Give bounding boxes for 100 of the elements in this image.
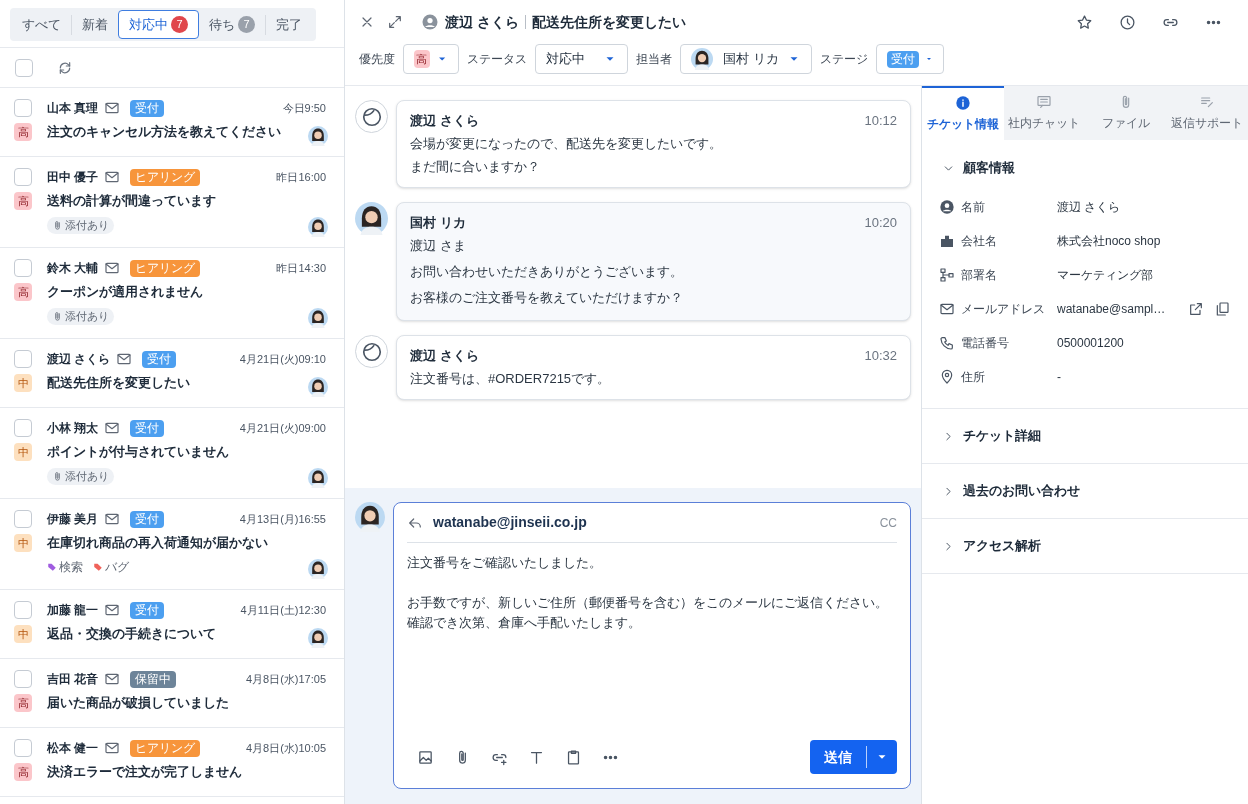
ticket-subject: 配送先住所を変更したい [47,374,190,393]
message-text: まだ間に合いますか？ [410,157,541,176]
filter-tab[interactable]: 待ち 7 [199,10,265,39]
field-label: 部署名 [961,267,998,284]
timestamp: 10:20 [864,213,897,232]
timestamp: 4月13日(月)16:55 [239,511,326,527]
message-text: 渡辺 さま [410,237,467,255]
message-text: お問い合わせいただきありがとうございます。 [410,263,684,281]
ticket-subject: ポイントが付与されていません [47,443,229,462]
priority-badge: 高 [14,283,32,301]
ticket-subject: 注文のキャンセル方法を教えてください [47,123,281,142]
priority-dropdown[interactable]: 高 [403,44,459,74]
timestamp: 昨日16:00 [276,169,326,185]
field-label: メールアドレス [961,301,1046,318]
priority-badge: 中 [14,534,32,552]
field-label: ステータス [467,51,527,68]
ticket-subject: 在庫切れ商品の再入荷通知が届かない [47,534,268,553]
status-tag: 受付 [130,419,165,437]
customer-name: 渡辺 さくら [445,12,519,32]
message-text: 注文番号は、#ORDER7215です。 [410,369,612,388]
filter-tab[interactable]: 完了 [266,10,312,39]
customer-name: 伊藤 美月 [47,511,99,528]
attachment-chip: 添付あり [47,467,114,485]
panel-tab[interactable]: チケット情報 [922,86,1004,140]
section-header[interactable]: チケット詳細 [922,409,1248,463]
ticket-subject: 送料の計算が間違っています [47,192,216,211]
field-value: watanabe@sampl… [1057,301,1166,318]
customer-name: 山本 真理 [47,100,99,117]
message-text: 注文番号をご確認いたしました。 [407,554,603,572]
status-tag: 受付 [142,350,177,368]
status-tag: ヒアリング [130,259,201,277]
panel-tab[interactable]: ファイル [1085,86,1167,140]
filter-tab[interactable]: すべて [12,10,71,39]
recipient-address: watanabe@jinseii.co.jp [433,513,587,532]
section-header[interactable]: 過去のお問い合わせ [922,464,1248,518]
field-value: 株式会社noco shop [1057,233,1161,250]
priority-badge: 中 [14,374,32,392]
priority-badge: 高 [14,192,32,210]
customer-name: 渡辺 さくら [47,351,111,368]
status-tag: ヒアリング [130,168,201,186]
priority-badge: 高 [14,123,32,141]
timestamp: 4月21日(火)09:10 [239,351,326,367]
ticket-subject: 決済エラーで注文が完了しません [47,763,242,782]
customer-name: 加藤 龍一 [47,602,99,619]
customer-name: 松本 健一 [47,740,99,757]
author-name: 国村 リカ [410,213,466,232]
label-tag: バグ [93,558,129,576]
field-value: 0500001200 [1057,335,1124,352]
field-value: - [1057,369,1061,386]
priority-badge: 高 [14,694,32,712]
author-name: 渡辺 さくら [410,112,479,130]
customer-name: 鈴木 大輔 [47,260,99,277]
assignee-dropdown[interactable]: 国村 リカ [680,44,812,74]
message-text: お客様のご注文番号を教えていただけますか？ [410,289,684,307]
timestamp: 4月8日(水)17:05 [245,671,326,687]
timestamp: 今日9:50 [282,100,326,116]
timestamp: 4月8日(水)10:05 [245,740,326,756]
status-tag: 受付 [130,99,165,117]
field-label: 電話番号 [961,335,1010,352]
filter-tab[interactable]: 新着 [72,10,118,39]
field-label: 優先度 [359,51,395,68]
timestamp: 昨日14:30 [276,260,326,276]
reply-editor[interactable]: watanabe@jinseii.co.jp CC 注文番号をご確認いたしました。 お手数ですが、新しいご住所（郵便番号を含む）をこのメールにご返信ください。確認でき次第、倉庫へ手配いたします。 送信 [393,502,911,789]
customer-name: 小林 翔太 [47,420,99,437]
attachment-chip: 添付あり [47,307,114,325]
ticket-subject: クーポンが適用されません [47,283,203,302]
priority-badge: 中 [14,443,32,461]
priority-badge: 高 [14,763,32,781]
panel-tab[interactable]: 社内チャット [1003,86,1085,140]
ticket-title: 配送先住所を変更したい [531,12,686,32]
status-tag: 受付 [130,510,165,528]
status-dropdown[interactable]: 対応中 [535,44,628,74]
timestamp: 4月11日(土)12:30 [240,602,326,618]
count-badge: 7 [238,16,255,33]
status-tag: 受付 [130,601,165,619]
ticket-subject: 届いた商品が破損していました [47,694,229,713]
panel-tab[interactable]: 返信サポート [1166,86,1248,140]
field-label: 住所 [961,369,986,386]
status-tag: 保留中 [130,670,177,688]
customer-name: 吉田 花音 [47,671,99,688]
label-tag: 検索 [47,558,83,576]
filter-tab[interactable]: 対応中 7 [118,10,199,39]
timestamp: 10:32 [864,347,897,365]
attachment-chip: 添付あり [47,216,114,234]
section-header[interactable]: アクセス解析 [922,519,1248,573]
field-label: ステージ [820,51,868,68]
count-badge: 7 [171,16,188,33]
field-value: 渡辺 さくら [1057,199,1121,216]
author-name: 渡辺 さくら [410,347,479,365]
field-label: 名前 [961,199,986,216]
message-text: 会場が変更になったので、配送先を変更したいです。 [410,134,723,153]
priority-badge: 中 [14,625,32,643]
section-header[interactable]: 顧客情報 [922,140,1248,196]
ticket-subject: 返品・交換の手続きについて [47,625,216,644]
field-label: 担当者 [636,51,672,68]
message-text: お手数ですが、新しいご住所（郵便番号を含む）をこのメールにご返信ください。確認でき次第、倉庫へ手配いたします。 [407,594,889,632]
field-value: マーケティング部 [1057,267,1153,284]
timestamp: 4月21日(火)09:00 [239,420,326,436]
field-label: 会社名 [961,233,998,250]
status-tag: ヒアリング [130,739,201,757]
